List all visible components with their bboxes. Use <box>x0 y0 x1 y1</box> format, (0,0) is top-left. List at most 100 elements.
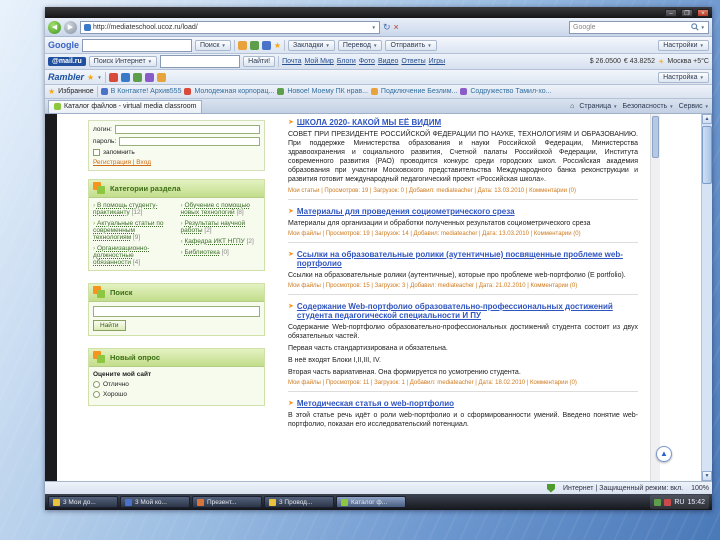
favorite-link[interactable]: Молодежная корпорац... <box>194 88 274 95</box>
autofill-icon[interactable] <box>261 40 271 50</box>
mailru-scope-select[interactable]: Поиск Интернет ▼ <box>88 56 158 67</box>
entry-title-link[interactable]: Материалы для проведения социометрическо… <box>297 207 515 216</box>
command-tools[interactable]: Сервис ▼ <box>679 103 709 110</box>
favorite-link[interactable]: В Контакте! Архив555 <box>111 88 182 95</box>
taskbar-button[interactable]: 3 Мои до... <box>48 496 118 508</box>
pagerank-icon[interactable] <box>237 40 247 50</box>
maximize-button[interactable]: ❐ <box>681 8 693 17</box>
site-search-input[interactable] <box>93 306 260 317</box>
mailru-find-button[interactable]: Найти! <box>243 56 276 67</box>
minimize-button[interactable]: – <box>665 8 677 17</box>
login-links[interactable]: Регистрация | Вход <box>93 159 260 166</box>
rambler-mail-icon[interactable] <box>120 72 130 82</box>
scroll-up-arrow[interactable]: ▲ <box>702 114 712 124</box>
rambler-weather-icon[interactable] <box>144 72 154 82</box>
category-item[interactable]: Библиотека [0] <box>181 249 261 256</box>
google-toolbar: Google Поиск ▼ ★ Закладки ▼ Перевод ▼ Отпра… <box>45 37 712 54</box>
rambler-settings-button[interactable]: Настройка ▼ <box>658 71 709 83</box>
rambler-logo[interactable]: Rambler <box>48 72 84 82</box>
mailru-link-photo[interactable]: Фото <box>359 58 375 65</box>
mailru-link-world[interactable]: Мой Мир <box>305 58 334 65</box>
entry-meta[interactable]: Мои файлы | Просмотров: 11 | Загрузок: 1… <box>288 380 638 386</box>
categories-list: В помощь студенту-практиканту [12] Актуа… <box>89 198 264 270</box>
rambler-news-icon[interactable] <box>132 72 142 82</box>
zoom-level[interactable]: 100% <box>691 485 709 492</box>
mailru-link-mail[interactable]: Почта <box>282 58 301 65</box>
category-item[interactable]: Организационно-должностные обязанности [… <box>93 245 173 266</box>
poll-radio[interactable] <box>93 381 100 388</box>
category-item[interactable]: В помощь студенту-практиканту [12] <box>93 202 173 216</box>
command-page[interactable]: Страница ▼ <box>579 103 617 110</box>
rambler-top100-icon[interactable] <box>156 72 166 82</box>
entry-description-line: Первая часть стандартизирована и обязате… <box>288 344 448 352</box>
favorites-star-icon[interactable]: ★ <box>48 87 55 96</box>
rambler-toolbar: Rambler ★ ▼ Настройка ▼ <box>45 70 712 85</box>
category-link: Организационно-должностные обязанности <box>93 245 150 266</box>
browser-search-field[interactable]: Google ▼ <box>569 20 709 34</box>
mailru-link-video[interactable]: Видео <box>378 58 398 65</box>
page-scrollbar-thumb[interactable] <box>652 116 659 158</box>
explorer-icon <box>269 498 276 506</box>
favorite-link[interactable]: Подключение Безлим... <box>381 88 457 95</box>
rambler-star-icon[interactable]: ★ <box>87 73 94 82</box>
window-scrollbar[interactable]: ▲ ▼ <box>701 114 712 481</box>
entry-meta[interactable]: Мои файлы | Просмотров: 19 | Загрузок: 1… <box>288 231 638 237</box>
bookmark-star-icon[interactable]: ★ <box>274 41 281 50</box>
entry-title-link[interactable]: Содержание Web-портфолио образовательно-… <box>297 302 638 320</box>
forward-button[interactable]: ▶ <box>64 20 77 34</box>
password-input[interactable] <box>119 137 260 146</box>
favorite-link[interactable]: Содружество Тамил-хо... <box>470 88 551 95</box>
stop-icon[interactable]: × <box>394 22 399 32</box>
taskbar-button[interactable]: 3 Мой ко... <box>120 496 190 508</box>
clock[interactable]: 15:42 <box>687 499 705 506</box>
url-field[interactable]: http://mediateschool.ucoz.ru/load/ ▼ <box>80 20 380 34</box>
favorite-link[interactable]: Новое! Моему ПК нрав... <box>287 88 368 95</box>
category-item[interactable]: Обучение с помощью новых технологий [8] <box>181 202 261 216</box>
entry-meta[interactable]: Мои файлы | Просмотров: 15 | Загрузок: 3… <box>288 283 638 289</box>
mailru-logo[interactable]: @mail.ru <box>48 57 86 66</box>
mailru-search-input[interactable] <box>160 55 241 68</box>
google-bookmarks-button[interactable]: Закладки ▼ <box>288 39 335 51</box>
mailru-link-blogs[interactable]: Блоги <box>337 58 356 65</box>
category-item[interactable]: Кафедра ИКТ НГПУ [2] <box>181 238 261 245</box>
scroll-top-button[interactable]: ▲ <box>656 446 672 462</box>
command-safety[interactable]: Безопасность ▼ <box>623 103 674 110</box>
window-scrollbar-thumb[interactable] <box>702 126 712 184</box>
refresh-icon[interactable]: ↻ <box>383 22 391 33</box>
taskbar-button[interactable]: 3 Провод... <box>264 496 334 508</box>
tray-icon[interactable] <box>664 498 672 506</box>
url-dropdown-icon[interactable]: ▼ <box>372 25 376 30</box>
page-scrollbar[interactable] <box>650 114 660 481</box>
google-search-input[interactable] <box>82 38 192 52</box>
taskbar-button-active[interactable]: Каталог ф... <box>336 496 406 508</box>
poll-radio[interactable] <box>93 391 100 398</box>
google-settings-button[interactable]: Настройки ▼ <box>658 39 709 51</box>
category-item[interactable]: Актуальные статьи по современным техноло… <box>93 220 173 241</box>
google-search-button[interactable]: Поиск ▼ <box>195 39 231 51</box>
scroll-down-arrow[interactable]: ▼ <box>702 471 712 481</box>
chevron-down-icon[interactable]: ▼ <box>97 75 101 80</box>
mailru-link-games[interactable]: Игры <box>429 58 446 65</box>
entry-meta[interactable]: Мои статьи | Просмотров: 19 | Загрузок: … <box>288 188 638 194</box>
search-dropdown-icon[interactable]: ▼ <box>701 25 705 30</box>
page-tab[interactable]: Каталог файлов - virtual media classroom <box>48 99 203 113</box>
home-icon[interactable]: ⌂ <box>570 103 574 110</box>
entry-title-link[interactable]: Методическая статья о web-портфолио <box>297 399 454 408</box>
login-input[interactable] <box>114 125 260 134</box>
category-item[interactable]: Результаты научной работы [2] <box>181 220 261 234</box>
magnifier-icon[interactable] <box>690 23 699 31</box>
back-button[interactable]: ◀ <box>48 20 61 34</box>
tray-icon[interactable] <box>654 498 662 506</box>
close-button[interactable]: × <box>697 8 709 17</box>
taskbar-button[interactable]: Презент... <box>192 496 262 508</box>
site-search-button[interactable]: Найти <box>93 320 126 331</box>
entry-title-link[interactable]: Ссылки на образовательные ролики (аутент… <box>297 250 638 268</box>
google-translate-button[interactable]: Перевод ▼ <box>337 39 383 51</box>
mailru-link-answers[interactable]: Ответы <box>401 58 425 65</box>
language-indicator[interactable]: RU <box>674 499 684 506</box>
spellcheck-icon[interactable] <box>249 40 259 50</box>
rambler-search-icon[interactable] <box>108 72 118 82</box>
remember-checkbox[interactable] <box>93 149 100 156</box>
entry-title-link[interactable]: ШКОЛА 2020- КАКОЙ МЫ ЕЁ ВИДИМ <box>297 118 441 127</box>
google-send-button[interactable]: Отправить ▼ <box>385 39 437 51</box>
